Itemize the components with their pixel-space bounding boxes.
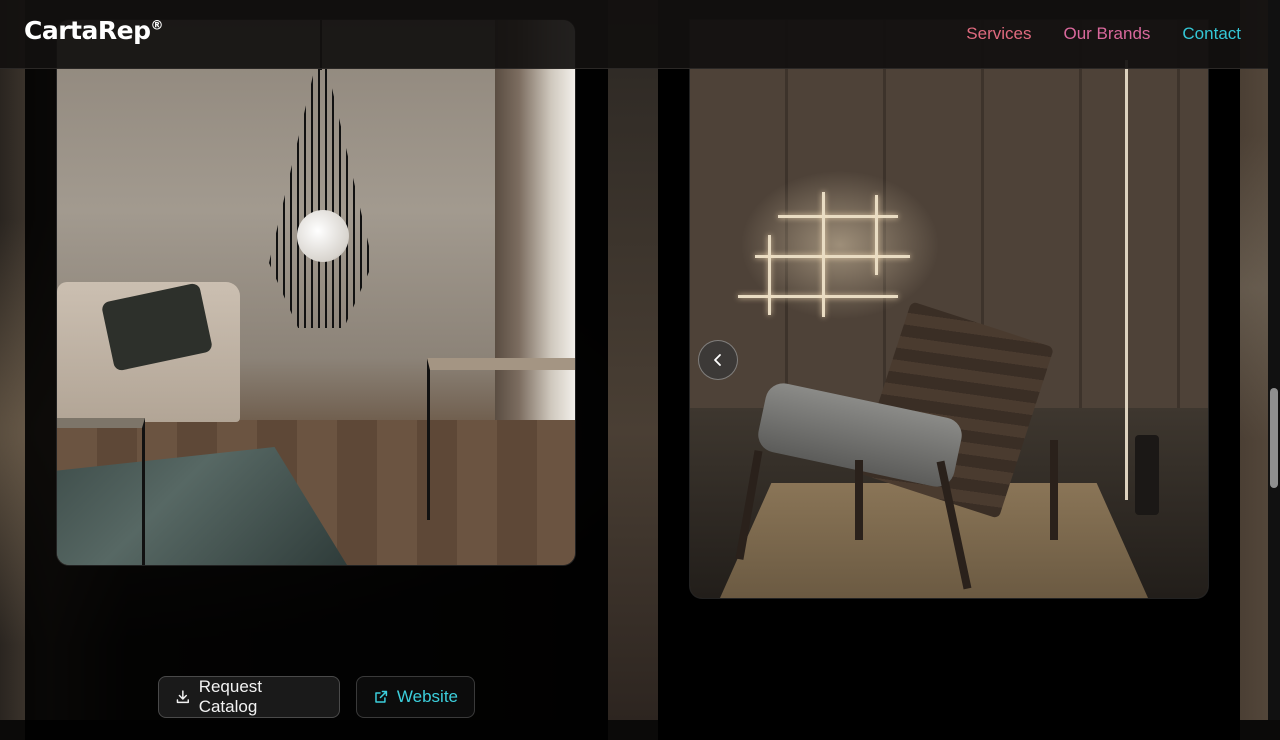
floor-lamp-base — [1135, 435, 1159, 515]
wall-light-bar — [822, 192, 825, 317]
site-header: CartaRep® Services Our Brands Contact — [0, 0, 1280, 69]
coffee-table — [57, 418, 145, 565]
website-label: Website — [396, 687, 458, 706]
pendant-lamp — [269, 68, 373, 328]
download-icon — [176, 690, 189, 704]
site-logo[interactable]: CartaRep® — [24, 16, 163, 45]
chair-leg — [1050, 440, 1058, 540]
jute-rug — [720, 483, 1148, 598]
wall-light-bar — [778, 215, 898, 218]
registered-mark: ® — [150, 18, 163, 34]
website-button[interactable]: Website — [356, 676, 475, 718]
request-catalog-label: Request Catalog — [198, 677, 263, 716]
wall-light-bar — [875, 195, 878, 275]
lamp-bulb — [297, 210, 349, 262]
main-nav: Services Our Brands Contact — [966, 24, 1241, 44]
wall-light-bar — [755, 255, 910, 258]
chair-leg — [855, 460, 863, 540]
side-table — [427, 358, 575, 520]
background-gap — [608, 0, 658, 720]
request-catalog-button[interactable]: Request Catalog — [158, 676, 340, 718]
wall-light-bar — [768, 235, 771, 315]
nav-link-services[interactable]: Services — [966, 24, 1031, 44]
living-room-photo — [57, 20, 575, 565]
logo-text: CartaRep — [24, 16, 151, 45]
nav-link-our-brands[interactable]: Our Brands — [1063, 24, 1150, 44]
lounge-chair-photo — [690, 20, 1208, 598]
wall-light-bar — [738, 295, 898, 298]
external-link-icon — [375, 690, 388, 703]
nav-link-contact[interactable]: Contact — [1182, 24, 1241, 44]
chevron-left-icon — [714, 354, 721, 366]
page-scrollbar[interactable] — [1268, 0, 1280, 720]
floor-lamp-pole — [1125, 60, 1128, 500]
scrollbar-thumb[interactable] — [1270, 388, 1278, 488]
carousel-prev-button[interactable] — [698, 340, 738, 380]
